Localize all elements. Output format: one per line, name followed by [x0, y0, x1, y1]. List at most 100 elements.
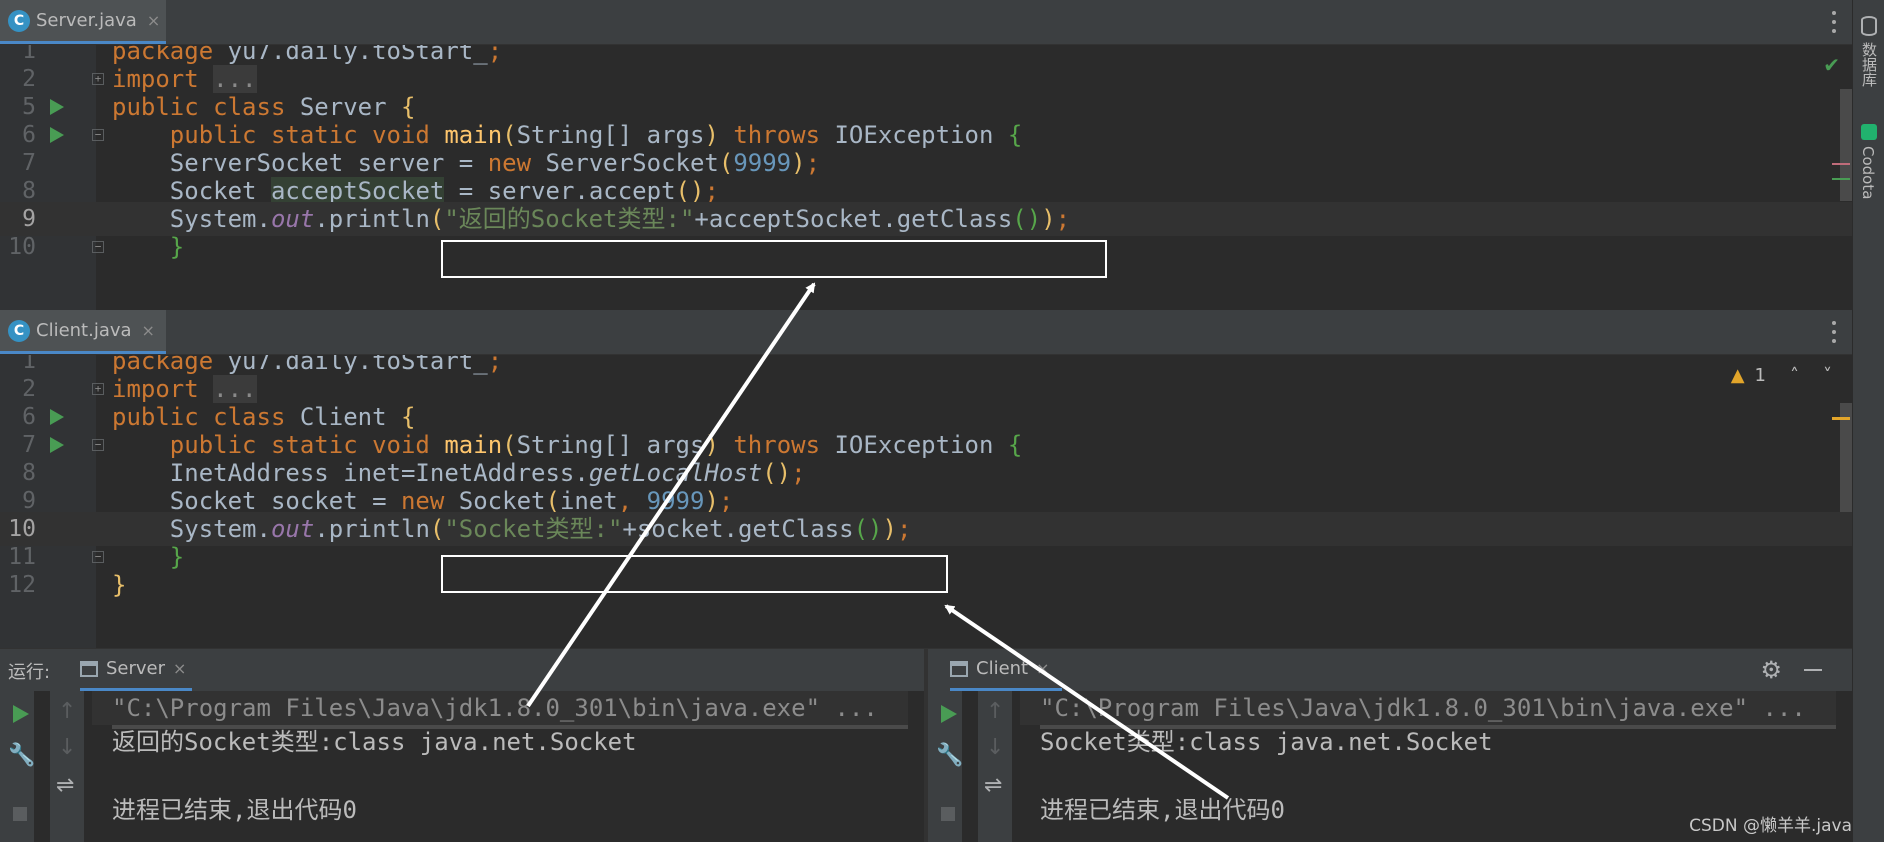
- code-token: import: [112, 375, 214, 403]
- code-token: System.: [112, 205, 271, 233]
- more-options-icon[interactable]: [1824, 8, 1844, 36]
- run-gutter-icon[interactable]: [50, 437, 64, 453]
- fold-icon[interactable]: +: [92, 73, 104, 85]
- line-number: 12: [8, 572, 36, 598]
- code-token: InetAddress inet=InetAddress.: [112, 459, 589, 487]
- stop-icon[interactable]: [13, 807, 27, 821]
- close-icon[interactable]: ×: [1036, 659, 1049, 678]
- client-code-editor[interactable]: ▲ 1 ˄ ˅ 1 package yu7.daily.toStart_; 2 + im…: [0, 355, 1852, 648]
- code-text: }: [112, 568, 126, 602]
- code-token: ...: [213, 65, 257, 93]
- rerun-icon[interactable]: [941, 705, 957, 723]
- console-line: Socket类型:class java.net.Socket: [1040, 728, 1493, 756]
- code-token: ): [882, 515, 897, 543]
- console-line: 进程已结束,退出代码0: [1040, 796, 1285, 824]
- code-token: .println: [314, 205, 430, 233]
- console-line: 进程已结束,退出代码0: [112, 796, 357, 824]
- code-token: {: [1007, 121, 1023, 149]
- console-line: 返回的Socket类型:class java.net.Socket: [112, 728, 637, 756]
- code-token: public class: [112, 403, 300, 431]
- code-token: ;: [718, 487, 734, 515]
- code-token: (: [429, 515, 445, 543]
- code-token: (): [675, 177, 705, 205]
- soft-wrap-icon[interactable]: ⇌: [984, 773, 1002, 798]
- code-token: {: [1007, 431, 1023, 459]
- code-token: ;: [791, 459, 806, 487]
- code-token: ;: [704, 177, 719, 205]
- code-token: Server: [299, 93, 401, 121]
- tab-client-java[interactable]: C Client.java ×: [0, 310, 166, 354]
- arrow-down-icon[interactable]: ↓: [986, 735, 1004, 760]
- arrow-up-icon[interactable]: ↑: [58, 699, 76, 724]
- fold-icon[interactable]: +: [92, 383, 104, 395]
- rerun-icon[interactable]: [13, 705, 29, 723]
- wrench-icon[interactable]: 🔧: [8, 743, 35, 768]
- code-token: out: [270, 515, 315, 543]
- highlight-box: [441, 240, 1107, 278]
- code-token: ): [1041, 205, 1056, 233]
- code-token: String[] args: [516, 431, 705, 459]
- code-token: ServerSocket: [545, 149, 719, 177]
- code-token: (: [429, 205, 445, 233]
- more-options-icon[interactable]: [1824, 318, 1844, 346]
- run-gutter-icon[interactable]: [50, 409, 64, 425]
- code-token: public static void: [169, 431, 445, 459]
- tab-server-java[interactable]: C Server.java ×: [0, 0, 166, 44]
- code-token: ): [704, 121, 719, 149]
- run-gutter-icon[interactable]: [50, 99, 64, 115]
- code-token: public static void: [169, 121, 445, 149]
- close-icon[interactable]: ×: [142, 321, 155, 340]
- soft-wrap-icon[interactable]: ⇌: [56, 773, 74, 798]
- run-tab-client[interactable]: Client ×: [950, 649, 1062, 691]
- fold-icon[interactable]: −: [92, 129, 104, 141]
- run-gutter-icon[interactable]: [50, 127, 64, 143]
- code-token: getLocalHost: [588, 459, 763, 487]
- fold-icon[interactable]: −: [92, 439, 104, 451]
- code-token: ): [791, 149, 806, 177]
- code-token: (: [502, 431, 517, 459]
- code-token: IOException: [834, 121, 1008, 149]
- code-token: = server.accept: [444, 177, 676, 205]
- codota-icon: [1861, 124, 1877, 140]
- panel-divider[interactable]: [924, 649, 928, 691]
- arrow-up-icon[interactable]: ↑: [986, 699, 1004, 724]
- code-token: Socket socket =: [112, 487, 401, 515]
- code-token: (): [762, 459, 792, 487]
- code-token: Client: [299, 403, 401, 431]
- fold-icon[interactable]: −: [92, 551, 104, 563]
- code-token: ...: [213, 375, 257, 403]
- minimize-icon[interactable]: [1804, 669, 1822, 671]
- code-token: throws: [718, 431, 835, 459]
- fold-icon[interactable]: −: [92, 241, 104, 253]
- client-tab-bar: C Client.java ×: [0, 310, 1852, 355]
- close-icon[interactable]: ×: [147, 11, 160, 30]
- tab-label: Client: [976, 658, 1029, 679]
- server-console[interactable]: "C:\Program Files\Java\jdk1.8.0_301\bin\…: [92, 691, 924, 842]
- code-token: throws: [718, 121, 835, 149]
- console-icon: [950, 660, 968, 677]
- arrow-down-icon[interactable]: ↓: [58, 735, 76, 760]
- sidebar-database[interactable]: 数据库: [1859, 42, 1880, 87]
- code-token: new: [487, 149, 546, 177]
- right-tool-sidebar: 数据库 Codota: [1852, 0, 1884, 842]
- sidebar-codota[interactable]: Codota: [1859, 146, 1877, 199]
- console-icon: [80, 660, 98, 677]
- code-token: .println: [314, 515, 430, 543]
- wrench-icon[interactable]: 🔧: [936, 743, 963, 768]
- run-tool-header: 运行: Server × Client × ⚙: [0, 648, 1852, 691]
- code-token: ,: [617, 487, 647, 515]
- tab-label: Server: [106, 658, 166, 679]
- code-token: }: [169, 543, 185, 571]
- code-token: (): [1012, 205, 1042, 233]
- code-token: acceptSocket: [270, 177, 445, 205]
- run-tab-server[interactable]: Server ×: [80, 649, 192, 691]
- code-token: main: [444, 121, 503, 149]
- gear-icon[interactable]: ⚙: [1760, 656, 1782, 684]
- stop-icon[interactable]: [941, 807, 955, 821]
- close-icon[interactable]: ×: [173, 659, 186, 678]
- java-class-icon: C: [8, 319, 30, 342]
- code-token: (: [502, 121, 517, 149]
